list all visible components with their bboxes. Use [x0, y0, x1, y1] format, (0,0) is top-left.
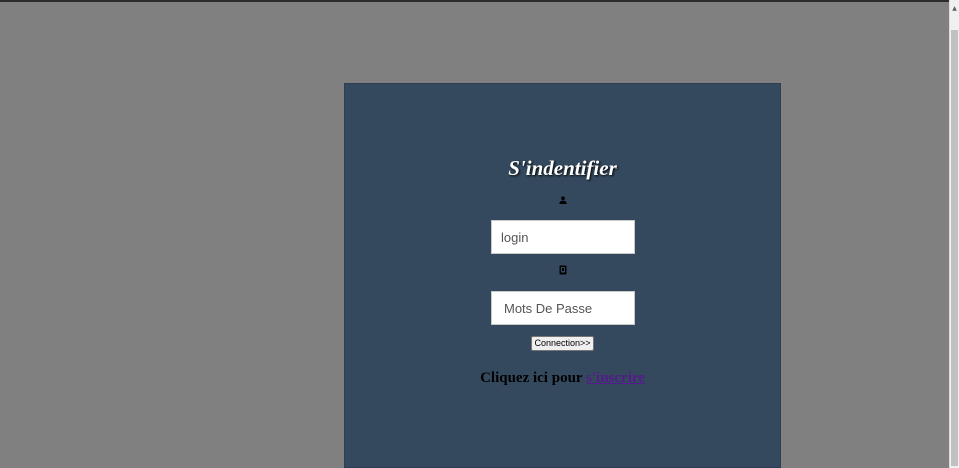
register-link[interactable]: s'inscrire	[586, 370, 645, 386]
page-title: S'indentifier	[508, 156, 617, 180]
window-top-border	[0, 0, 959, 2]
login-panel: S'indentifier Connection>> Cliquez ici p…	[344, 83, 781, 468]
vertical-scrollbar[interactable]: ▲	[949, 0, 959, 468]
scrollbar-thumb[interactable]	[951, 30, 958, 466]
scroll-up-arrow-icon[interactable]: ▲	[950, 2, 959, 14]
register-prompt-text: Cliquez ici pour	[480, 370, 587, 386]
lock-icon	[558, 265, 568, 275]
user-icon	[558, 195, 568, 205]
connection-button[interactable]: Connection>>	[531, 336, 594, 351]
login-input[interactable]	[491, 220, 635, 254]
password-input[interactable]	[491, 291, 635, 325]
register-prompt: Cliquez ici pour s'inscrire	[345, 370, 780, 387]
